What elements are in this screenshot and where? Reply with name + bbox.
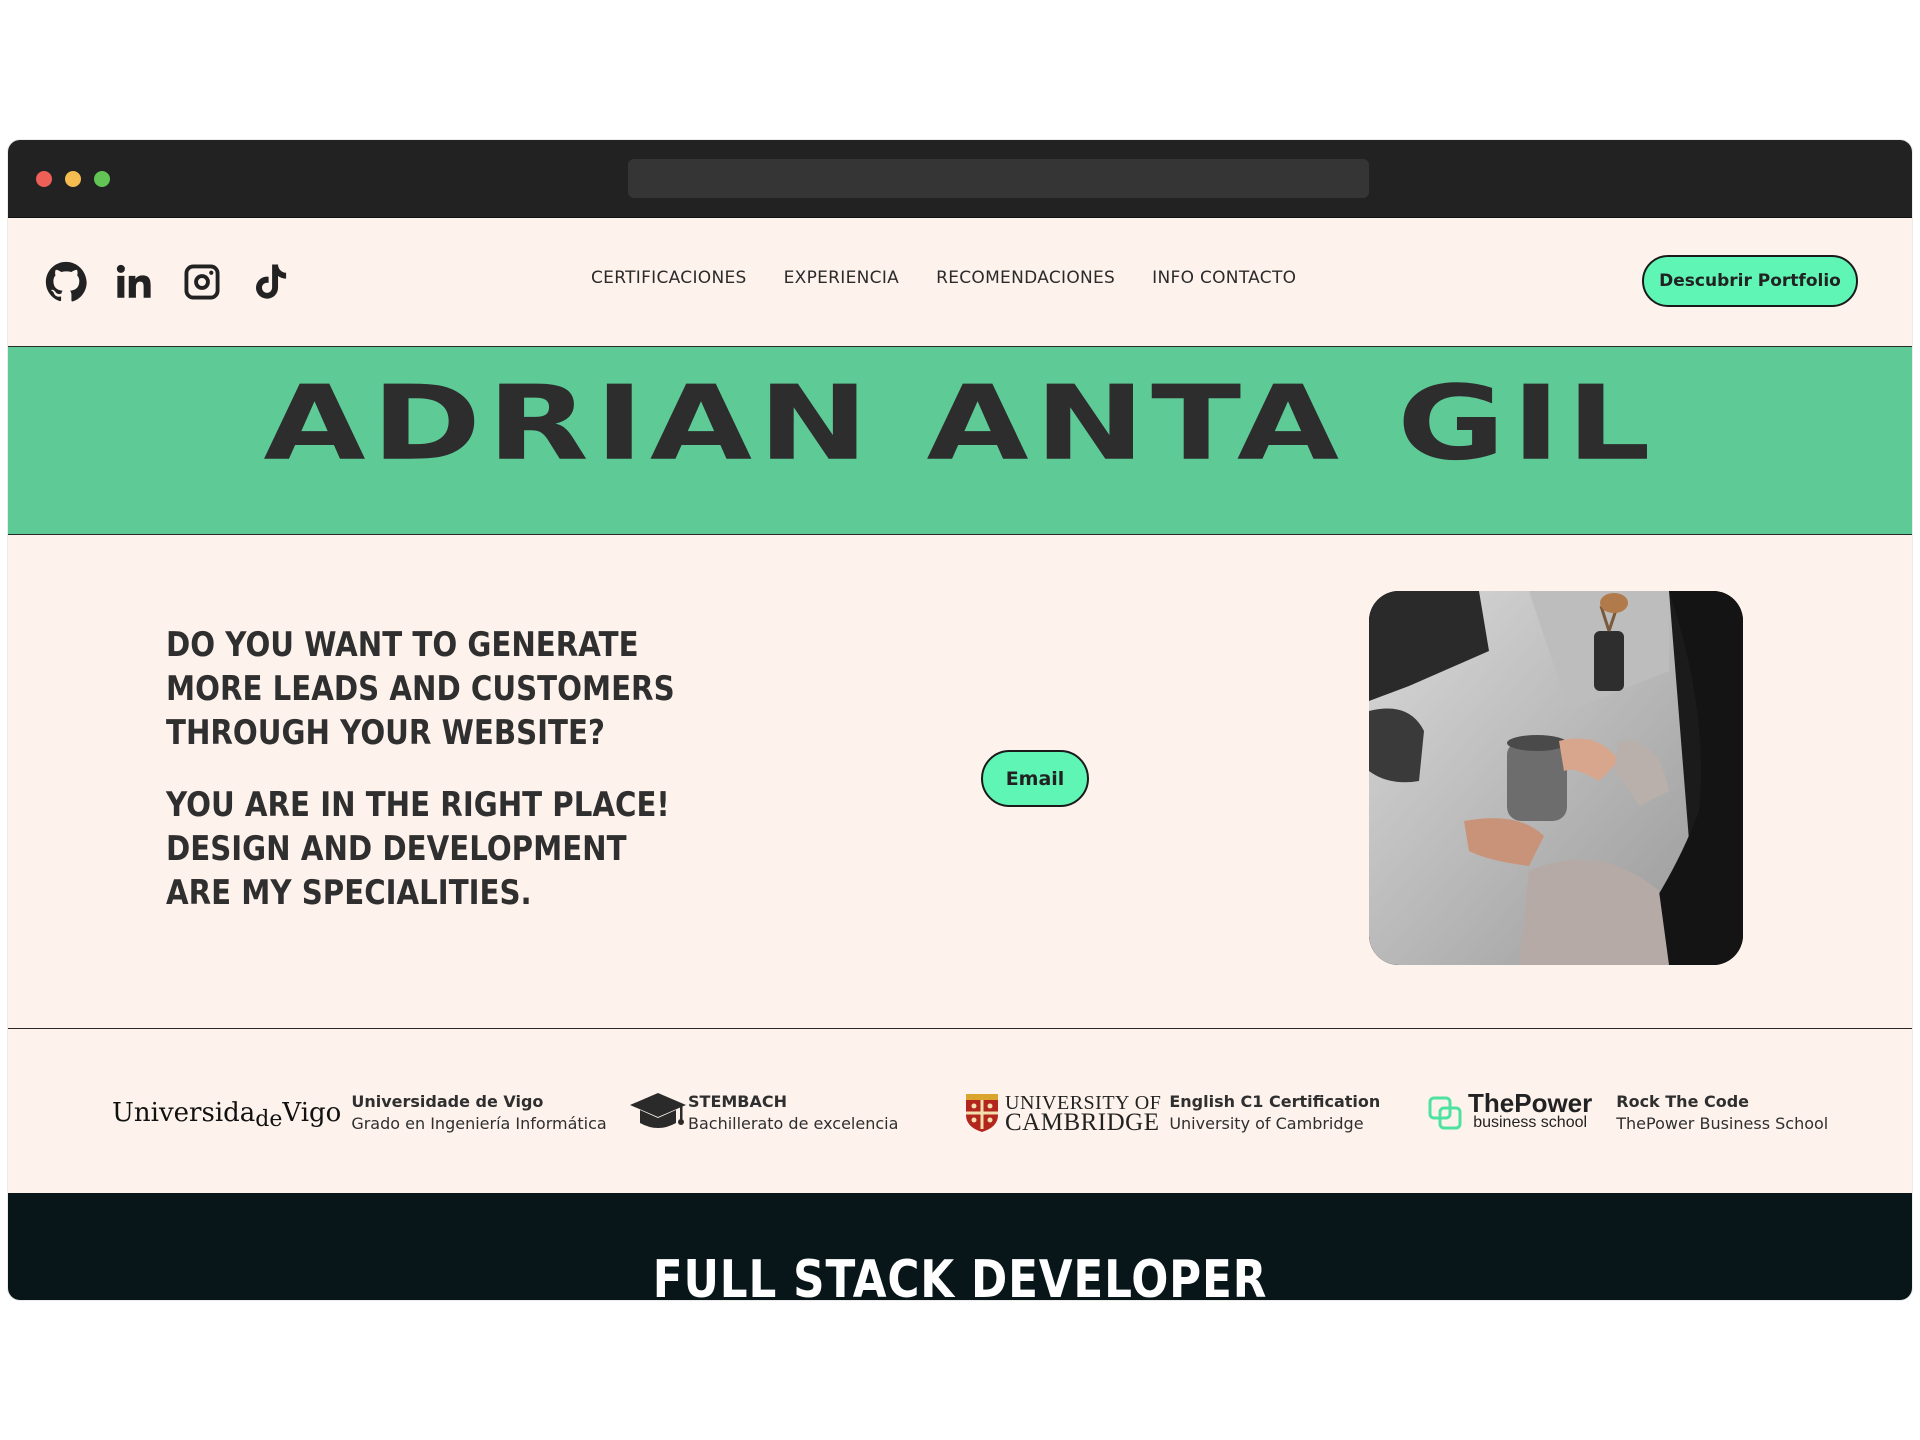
cambridge-logo: UNIVERSITY OF CAMBRIDGE bbox=[1005, 1092, 1162, 1136]
site-header: CERTIFICACIONES EXPERIENCIA RECOMENDACIO… bbox=[8, 218, 1912, 347]
page-content: CERTIFICACIONES EXPERIENCIA RECOMENDACIO… bbox=[8, 218, 1912, 1300]
browser-chrome bbox=[8, 140, 1912, 218]
cert-stembach: STEMBACH Bachillerato de excelencia bbox=[630, 1091, 898, 1135]
pitch-answer: YOU ARE IN THE RIGHT PLACE! DESIGN AND D… bbox=[166, 785, 670, 913]
cert-title: Rock The Code bbox=[1616, 1092, 1750, 1111]
close-window-button[interactable] bbox=[36, 171, 52, 187]
certifications-strip: Universida de Vigo Universidade de Vigo Gr… bbox=[8, 1029, 1912, 1195]
cert-uvigo: Universida de Vigo Universidade de Vigo Gr… bbox=[112, 1091, 607, 1135]
discover-portfolio-button[interactable]: Descubrir Portfolio bbox=[1642, 255, 1858, 307]
cert-subtitle: University of Cambridge bbox=[1169, 1114, 1364, 1133]
social-links bbox=[44, 260, 292, 304]
cert-thepower: ThePower business school Rock The Code T… bbox=[1428, 1088, 1829, 1135]
instagram-icon[interactable] bbox=[180, 260, 224, 304]
cert-subtitle: Grado en Ingeniería Informática bbox=[351, 1114, 607, 1133]
name-heading: ADRIAN ANTA GIL bbox=[263, 363, 1657, 484]
maximize-window-button[interactable] bbox=[94, 171, 110, 187]
cert-title: Universidade de Vigo bbox=[351, 1092, 544, 1111]
cert-subtitle: Bachillerato de excelencia bbox=[688, 1114, 899, 1133]
name-banner: ADRIAN ANTA GIL bbox=[8, 347, 1912, 535]
nav-info-contacto[interactable]: INFO CONTACTO bbox=[1152, 268, 1296, 288]
linkedin-icon[interactable] bbox=[112, 260, 156, 304]
thepower-logo: ThePower business school bbox=[1468, 1088, 1593, 1131]
nav-experiencia[interactable]: EXPERIENCIA bbox=[784, 268, 899, 288]
thepower-mark-icon bbox=[1428, 1096, 1462, 1130]
cambridge-crest-icon bbox=[965, 1093, 999, 1133]
main-nav: CERTIFICACIONES EXPERIENCIA RECOMENDACIO… bbox=[591, 268, 1296, 288]
graduation-cap-icon bbox=[630, 1091, 686, 1135]
pitch-question: DO YOU WANT TO GENERATE MORE LEADS AND C… bbox=[166, 625, 675, 753]
email-button[interactable]: Email bbox=[981, 750, 1089, 807]
cert-title: English C1 Certification bbox=[1169, 1092, 1381, 1111]
hero-photo bbox=[1369, 591, 1743, 965]
cert-subtitle: ThePower Business School bbox=[1616, 1114, 1829, 1133]
pitch-text: DO YOU WANT TO GENERATE MORE LEADS AND C… bbox=[166, 623, 682, 943]
browser-window: CERTIFICACIONES EXPERIENCIA RECOMENDACIO… bbox=[8, 140, 1912, 1300]
cert-title: STEMBACH bbox=[688, 1092, 787, 1111]
uvigo-logo: Universida de Vigo bbox=[112, 1098, 342, 1132]
role-heading: FULL STACK DEVELOPER bbox=[652, 1250, 1268, 1300]
tiktok-icon[interactable] bbox=[248, 260, 292, 304]
nav-certificaciones[interactable]: CERTIFICACIONES bbox=[591, 268, 747, 288]
role-section: FULL STACK DEVELOPER bbox=[8, 1193, 1912, 1300]
nav-recomendaciones[interactable]: RECOMENDACIONES bbox=[936, 268, 1115, 288]
hero-section: DO YOU WANT TO GENERATE MORE LEADS AND C… bbox=[8, 535, 1912, 1029]
github-icon[interactable] bbox=[44, 260, 88, 304]
address-bar[interactable] bbox=[628, 159, 1369, 198]
cert-cambridge: UNIVERSITY OF CAMBRIDGE English C1 Certi… bbox=[965, 1091, 1380, 1135]
minimize-window-button[interactable] bbox=[65, 171, 81, 187]
